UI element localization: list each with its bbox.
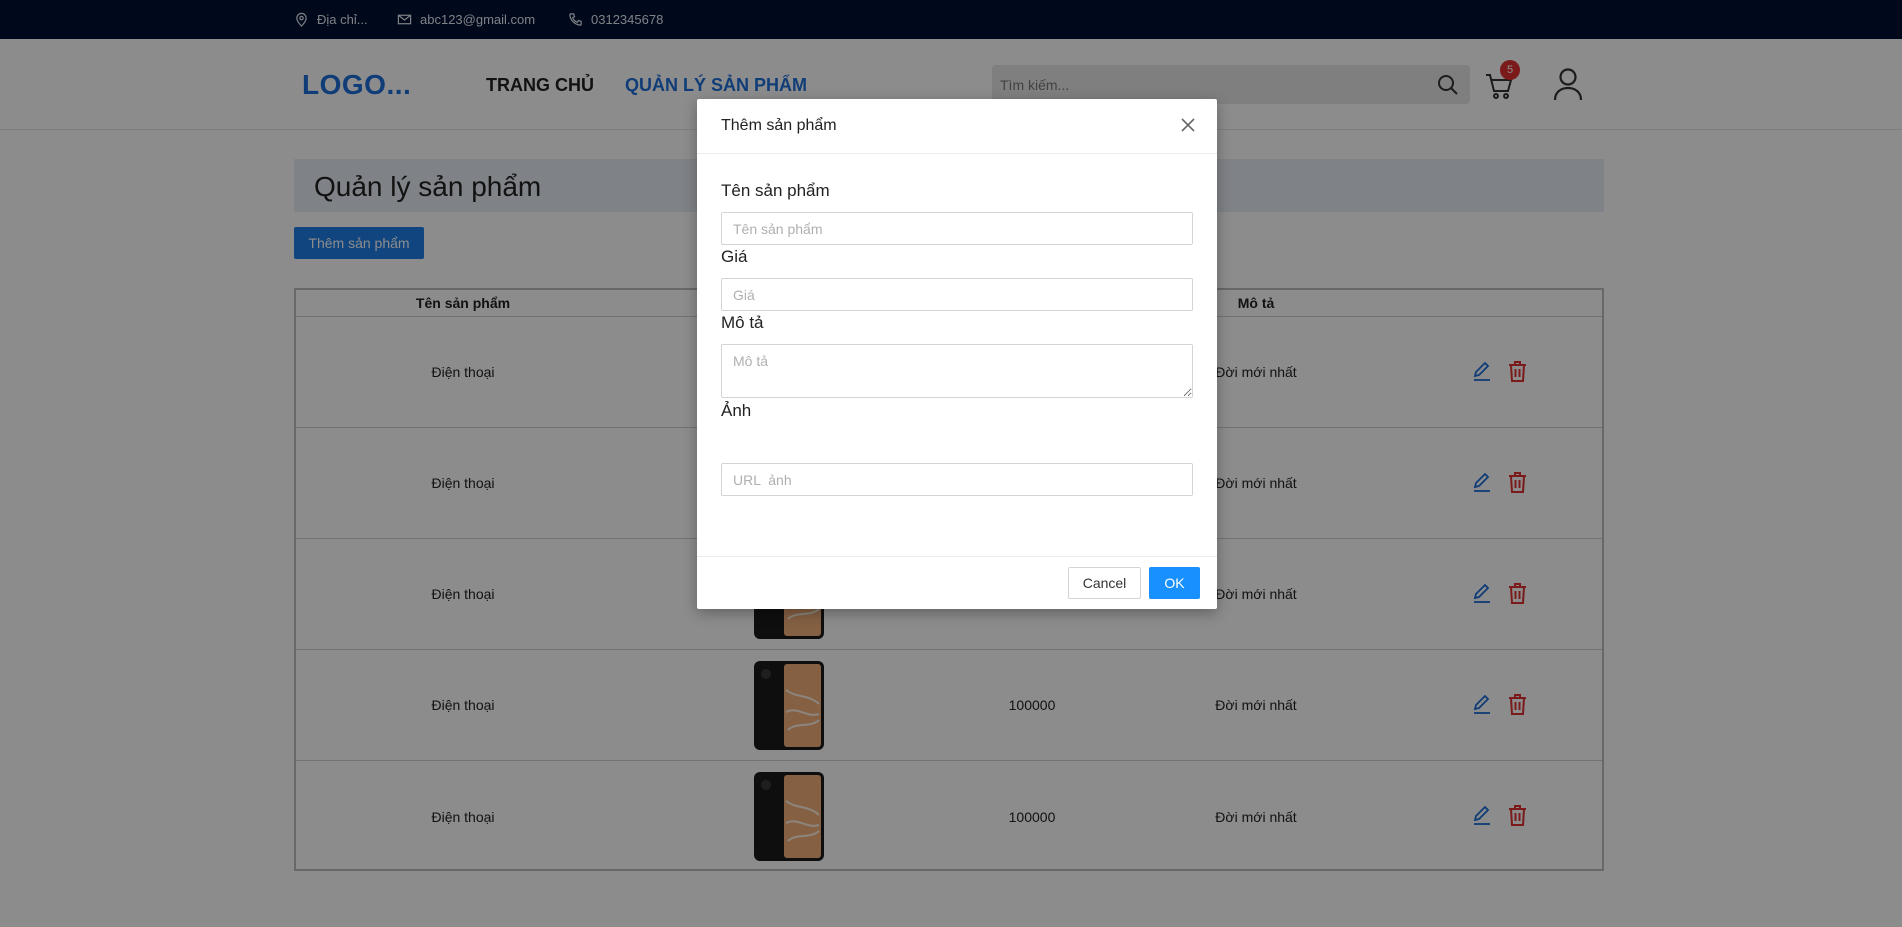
image-label: Ảnh (721, 401, 752, 420)
image-url-input[interactable] (721, 463, 1193, 496)
product-name-input[interactable] (721, 212, 1193, 245)
modal-title: Thêm sản phẩm (721, 117, 837, 134)
modal-header: Thêm sản phẩm (697, 99, 1217, 154)
ok-button[interactable]: OK (1149, 567, 1200, 599)
close-icon[interactable] (1179, 116, 1197, 134)
modal-footer: Cancel OK (697, 556, 1217, 609)
price-label: Giá (721, 247, 748, 266)
price-input[interactable] (721, 278, 1193, 311)
description-label: Mô tả (721, 313, 764, 332)
add-product-modal: Thêm sản phẩm Tên sản phẩm Giá Mô tả Ảnh… (697, 99, 1217, 609)
cancel-button[interactable]: Cancel (1068, 567, 1141, 599)
product-name-label: Tên sản phẩm (721, 181, 830, 200)
description-textarea[interactable] (721, 344, 1193, 398)
